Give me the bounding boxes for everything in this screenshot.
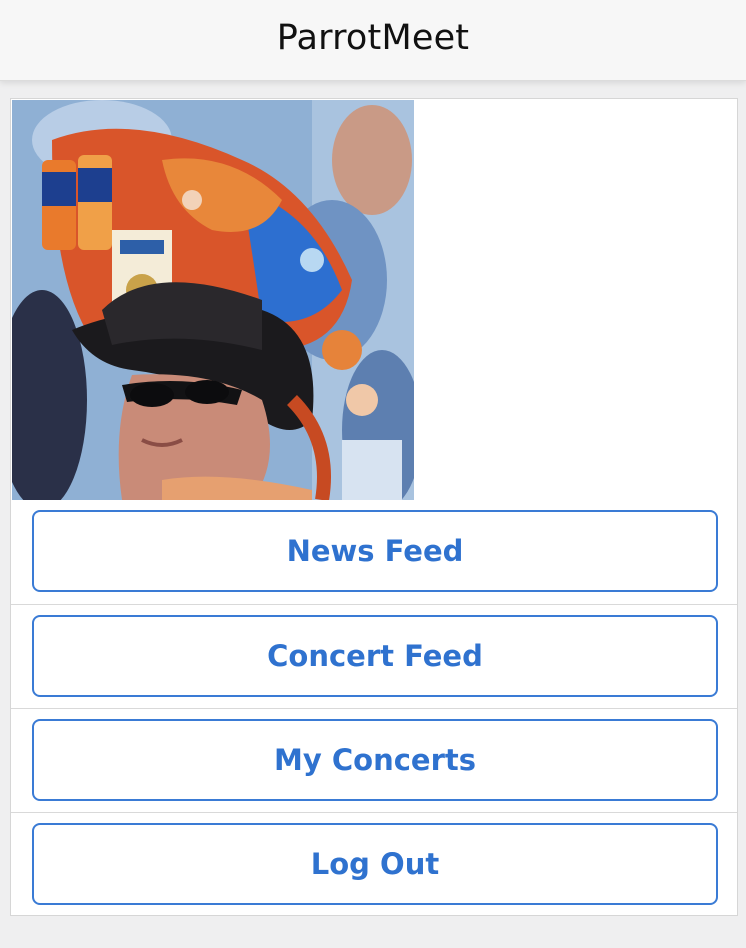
menu-row-news-feed: News Feed — [11, 500, 737, 604]
menu-row-my-concerts: My Concerts — [11, 708, 737, 812]
profile-photo-image — [12, 100, 414, 500]
menu-row-concert-feed: Concert Feed — [11, 604, 737, 708]
menu-row-log-out: Log Out — [11, 812, 737, 916]
log-out-button[interactable]: Log Out — [32, 823, 718, 905]
app-title: ParrotMeet — [276, 18, 470, 58]
profile-card: News Feed Concert Feed My Concerts Log O… — [10, 98, 738, 916]
navigation-bar: ParrotMeet — [0, 0, 746, 81]
my-concerts-button[interactable]: My Concerts — [32, 719, 718, 801]
profile-photo[interactable] — [12, 100, 414, 500]
concert-feed-button[interactable]: Concert Feed — [32, 615, 718, 697]
news-feed-button[interactable]: News Feed — [32, 510, 718, 592]
